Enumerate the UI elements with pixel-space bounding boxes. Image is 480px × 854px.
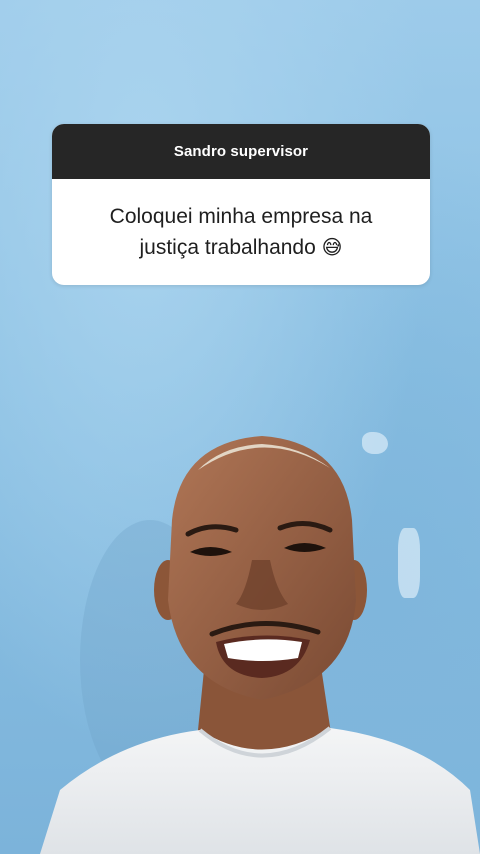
sweat-smile-emoji-icon: 😅 <box>321 234 343 259</box>
question-text: Coloquei minha empresa na justiça trabal… <box>52 179 430 285</box>
question-line-2: justiça trabalhando <box>139 235 316 259</box>
question-line-1: Coloquei minha empresa na <box>109 204 373 228</box>
question-sticker[interactable]: Sandro supervisor Coloquei minha empresa… <box>52 124 430 285</box>
question-sender: Sandro supervisor <box>52 124 430 179</box>
